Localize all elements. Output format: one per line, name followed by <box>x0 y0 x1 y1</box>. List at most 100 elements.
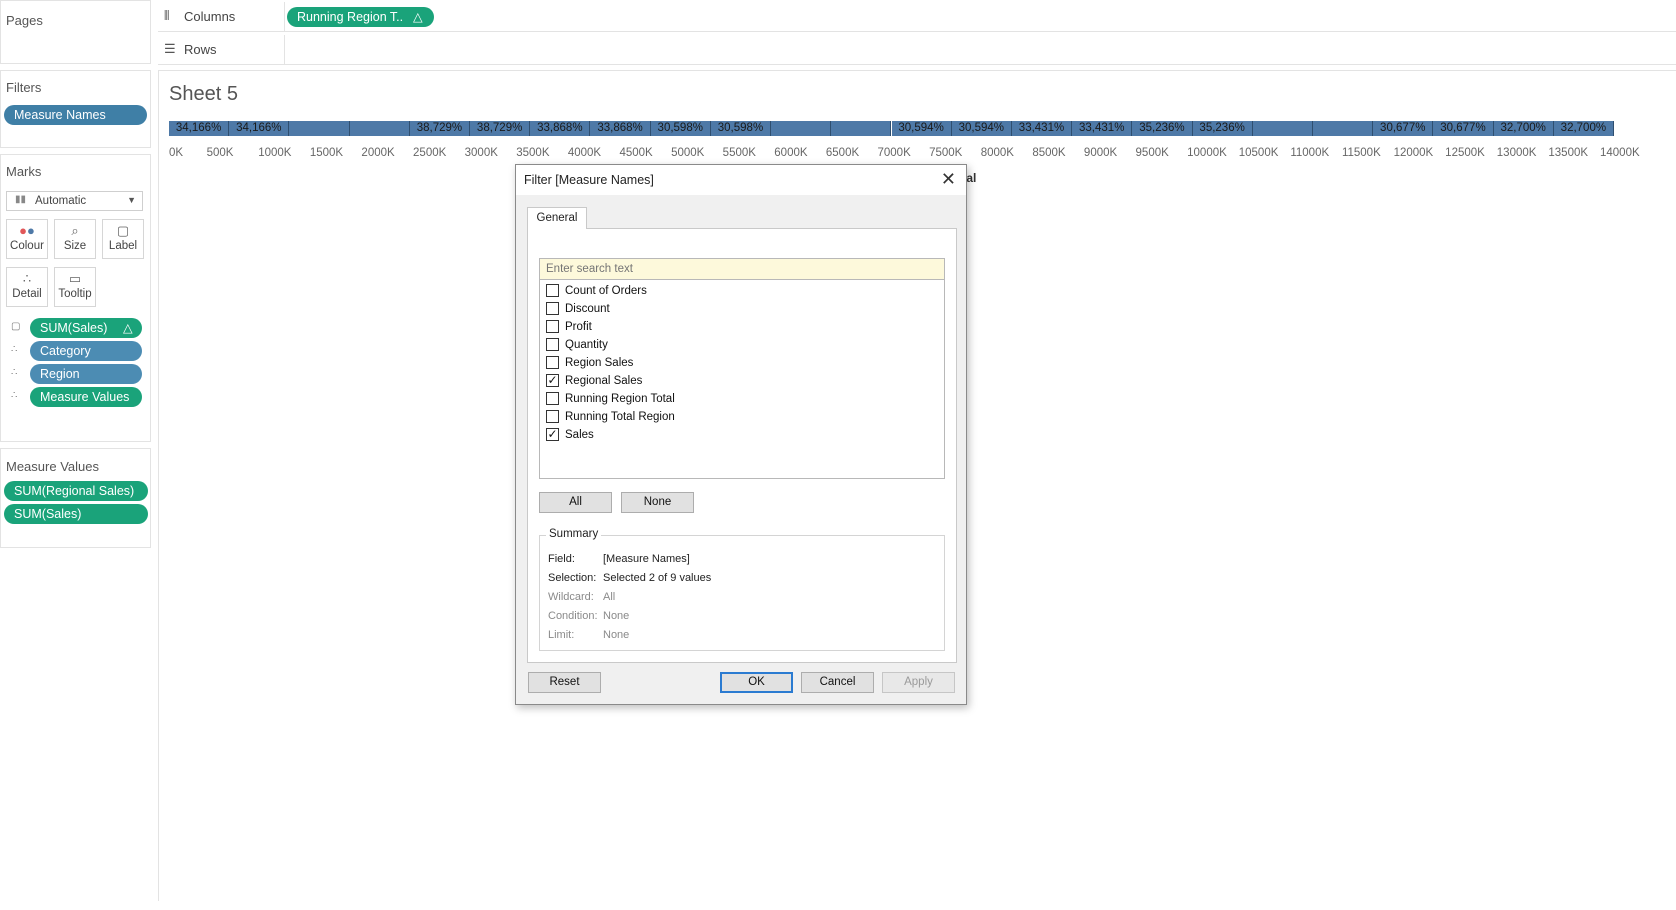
bar-segment[interactable] <box>831 121 892 136</box>
bar-segment[interactable]: 33,431% <box>1072 121 1133 136</box>
bar-segment[interactable]: 34,166% <box>229 121 290 136</box>
filters-title: Filters <box>6 80 42 95</box>
axis-tick-label: 6000K <box>774 147 808 159</box>
mark-type-dropdown[interactable]: ▮▮ Automatic ▼ <box>6 191 143 211</box>
checkbox-checked[interactable]: ✓ <box>546 428 559 441</box>
size-label: Size <box>63 240 87 252</box>
tab-general[interactable]: General <box>527 207 587 229</box>
axis-tick-label: 12500K <box>1445 147 1485 159</box>
marks-panel[interactable]: Marks ▮▮ Automatic ▼ ●● Colour ⌕ Size ▢ … <box>0 154 151 442</box>
bar-segment[interactable]: 32,700% <box>1493 121 1554 136</box>
bar-segment[interactable]: 30,594% <box>891 121 952 136</box>
bar-segment[interactable]: 30,598% <box>710 121 772 136</box>
axis-tick-label: 1000K <box>258 147 292 159</box>
filters-panel[interactable]: Filters Measure Names <box>0 70 151 148</box>
bar-segment[interactable]: 38,729% <box>470 121 531 136</box>
measure-values-panel[interactable]: Measure Values SUM(Regional Sales) SUM(S… <box>0 448 151 548</box>
columns-pill-running-region-total[interactable]: Running Region T.. △ <box>287 7 434 27</box>
filter-dialog[interactable]: Filter [Measure Names] ✕ General Count o… <box>515 164 967 705</box>
bar-segment[interactable]: 30,594% <box>951 121 1012 136</box>
bar-segment[interactable] <box>1252 121 1313 136</box>
axis-tick-label: 3000K <box>464 147 498 159</box>
text-label-icon: ▢ <box>116 223 130 238</box>
tooltip-label: Tooltip <box>58 288 92 300</box>
pages-title: Pages <box>6 13 43 28</box>
text-label-icon: ▢ <box>11 321 21 332</box>
colour-icon: ●● <box>19 223 35 238</box>
list-item-label: Discount <box>565 303 610 315</box>
measure-value-pill[interactable]: SUM(Regional Sales) <box>4 481 148 501</box>
marks-pill-category[interactable]: Category <box>30 341 142 361</box>
values-list[interactable]: Count of Orders Discount Profit Quantity Reg… <box>539 279 945 479</box>
columns-shelf[interactable]: ⫴ Columns Running Region T.. △ <box>158 2 1676 32</box>
bar-chart-icon: ▮▮ <box>15 194 27 205</box>
filter-pill-measure-names[interactable]: Measure Names <box>4 105 147 125</box>
list-item-label: Sales <box>565 429 594 441</box>
rows-icon: ☰ <box>164 41 176 56</box>
axis-tick-label: 10000K <box>1187 147 1227 159</box>
size-button[interactable]: ⌕ Size <box>54 219 96 259</box>
bar-segment[interactable] <box>771 121 832 136</box>
axis-tick-label: 8500K <box>1032 147 1066 159</box>
axis-tick-label: 13500K <box>1548 147 1589 159</box>
bar-segment[interactable]: 33,868% <box>530 121 591 136</box>
chevron-down-icon: ▼ <box>127 195 136 205</box>
checkbox[interactable] <box>546 302 559 315</box>
rows-shelf[interactable]: ☰ Rows <box>158 35 1676 65</box>
delta-icon: △ <box>123 321 133 335</box>
shelf-divider <box>284 35 285 65</box>
bar-segment[interactable]: 30,677% <box>1433 121 1494 136</box>
detail-icon: ∴ <box>11 390 18 401</box>
search-input[interactable] <box>539 258 945 280</box>
bar-segment[interactable]: 33,431% <box>1011 121 1073 136</box>
bar-segment[interactable]: 33,868% <box>590 121 651 136</box>
all-button[interactable]: All <box>539 492 612 513</box>
checkbox[interactable] <box>546 338 559 351</box>
marks-title: Marks <box>6 164 42 179</box>
list-item-label: Running Region Total <box>565 393 675 405</box>
axis-tick-label: 14000K <box>1600 147 1640 159</box>
label-button[interactable]: ▢ Label <box>102 219 144 259</box>
checkbox[interactable] <box>546 356 559 369</box>
shelf-divider <box>284 2 285 32</box>
sheet-title: Sheet 5 <box>169 83 238 105</box>
checkbox[interactable] <box>546 284 559 297</box>
checkbox[interactable] <box>546 392 559 405</box>
bar-segment[interactable]: 30,677% <box>1373 121 1434 136</box>
axis-tick-label: 9000K <box>1083 147 1118 159</box>
tooltip-button[interactable]: ▭ Tooltip <box>54 267 96 307</box>
summary-value: All <box>603 591 616 603</box>
none-button[interactable]: None <box>621 492 694 513</box>
bar-segment[interactable] <box>349 121 410 136</box>
delta-icon: △ <box>413 10 423 24</box>
reset-button[interactable]: Reset <box>528 672 601 693</box>
checkbox[interactable] <box>546 320 559 333</box>
marks-pill-region[interactable]: Region <box>30 364 142 384</box>
bar-segment[interactable] <box>1312 121 1374 136</box>
summary-box: Summary Field: [Measure Names] Selection:… <box>539 528 945 651</box>
marks-pill-measure-values[interactable]: Measure Values <box>30 387 142 407</box>
bar-segment[interactable]: 34,166% <box>169 121 230 136</box>
cancel-button[interactable]: Cancel <box>801 672 874 693</box>
axis-tick-label: 11500K <box>1341 147 1381 159</box>
marks-pill-sum-sales[interactable]: SUM(Sales) △ <box>30 318 142 338</box>
pages-panel[interactable]: Pages <box>0 0 151 64</box>
bar-segment[interactable]: 32,700% <box>1553 121 1614 136</box>
measure-value-pill[interactable]: SUM(Sales) <box>4 504 148 524</box>
bar-segment[interactable]: 35,236% <box>1132 121 1193 136</box>
columns-icon: ⫴ <box>164 8 170 23</box>
detail-button[interactable]: ∴ Detail <box>6 267 48 307</box>
checkbox[interactable] <box>546 410 559 423</box>
close-icon[interactable]: ✕ <box>941 169 956 190</box>
checkbox-checked[interactable]: ✓ <box>546 374 559 387</box>
marks-pill-label: SUM(Sales) <box>40 321 108 335</box>
summary-value: None <box>603 629 630 641</box>
measure-values-title: Measure Values <box>6 459 99 474</box>
bar-segment[interactable]: 30,598% <box>650 121 711 136</box>
colour-button[interactable]: ●● Colour <box>6 219 48 259</box>
bar-segment[interactable] <box>289 121 350 136</box>
axis-tick-label: 3500K <box>516 147 550 159</box>
bar-segment[interactable]: 38,729% <box>409 121 471 136</box>
bar-segment[interactable]: 35,236% <box>1192 121 1253 136</box>
ok-button[interactable]: OK <box>720 672 793 693</box>
